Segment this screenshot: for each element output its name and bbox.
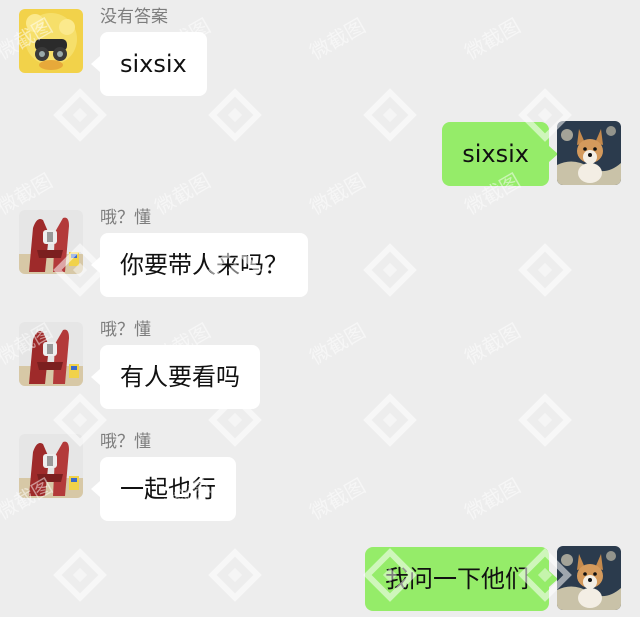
sender-name: 哦？懂: [100, 320, 151, 340]
sender-name: 没有答案: [100, 7, 168, 27]
corgi-dog-avatar-icon[interactable]: [557, 546, 621, 610]
message-bubble-outgoing[interactable]: 我问一下他们: [365, 547, 558, 611]
message-bubble-incoming[interactable]: 你要带人来吗？: [91, 233, 308, 297]
sender-name: 哦？懂: [100, 208, 151, 228]
sender-name: 哦？懂: [100, 432, 151, 452]
message-bubble-incoming[interactable]: sixsix: [91, 32, 207, 96]
corgi-dog-avatar-icon[interactable]: [557, 121, 621, 185]
red-robot-avatar-icon[interactable]: [19, 322, 83, 386]
red-robot-avatar-icon[interactable]: [19, 434, 83, 498]
red-robot-avatar-icon[interactable]: [19, 210, 83, 274]
message-bubble-incoming[interactable]: 一起也行: [91, 457, 236, 521]
message-bubble-incoming[interactable]: 有人要看吗: [91, 345, 260, 409]
message-bubble-outgoing[interactable]: sixsix: [442, 122, 558, 186]
yellow-duck-binoculars-avatar-icon[interactable]: [19, 9, 83, 73]
chat-message-list[interactable]: 没有答案 sixsix sixsix 哦？懂 你要带人来吗？ 哦？懂 有人要看吗…: [0, 0, 640, 617]
